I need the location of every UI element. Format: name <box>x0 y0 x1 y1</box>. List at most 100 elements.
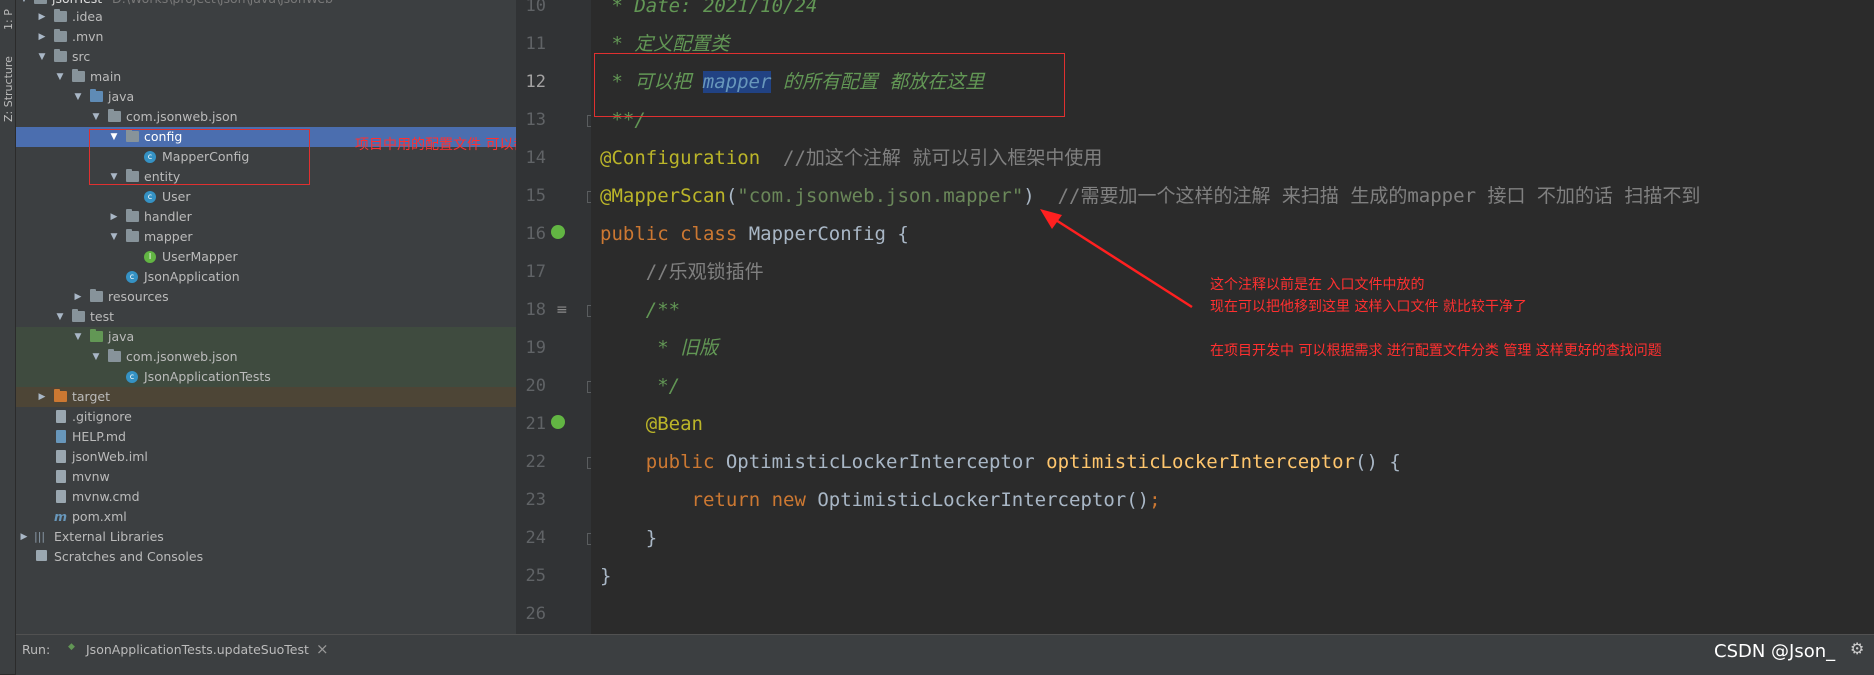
test-class-icon: c <box>126 371 138 383</box>
tree-item-src[interactable]: ▼ src <box>16 47 516 67</box>
tree-item-test-package[interactable]: ▼ com.jsonweb.json <box>16 347 516 367</box>
line-number: 12 <box>525 72 546 92</box>
line-number: 18 <box>525 300 546 320</box>
line-number: 10 <box>525 0 546 16</box>
tree-item-gitignore[interactable]: .gitignore <box>16 407 516 427</box>
tree-item-label: mapper <box>144 229 193 244</box>
tree-item-mvn[interactable]: ▶ .mvn <box>16 27 516 47</box>
code-token: ( <box>725 185 738 207</box>
library-icon: ||| <box>34 530 46 543</box>
resources-folder-icon <box>90 289 103 302</box>
code-token: //需要加一个这样的注解 来扫描 生成的mapper 接口 不加的话 扫描不到 <box>1034 185 1701 207</box>
tree-item-mvnw-cmd[interactable]: mvnw.cmd <box>16 487 516 507</box>
chevron-down-icon[interactable]: ▼ <box>90 347 102 367</box>
chevron-right-icon[interactable]: ▶ <box>36 7 48 27</box>
folder-icon <box>54 29 67 42</box>
folder-icon <box>34 0 47 4</box>
tree-item-main[interactable]: ▼ main <box>16 67 516 87</box>
code-line-22: public OptimisticLockerInterceptor optim… <box>600 443 1401 481</box>
code-token: "com.jsonweb.json.mapper" <box>737 185 1024 207</box>
tree-item-resources[interactable]: ▶ resources <box>16 287 516 307</box>
chevron-down-icon[interactable]: ▼ <box>90 107 102 127</box>
folder-icon <box>126 209 139 222</box>
line-number: 25 <box>525 566 546 586</box>
chevron-right-icon[interactable]: ▶ <box>108 207 120 227</box>
tree-item-iml[interactable]: jsonWeb.iml <box>16 447 516 467</box>
chevron-down-icon[interactable]: ▼ <box>72 327 84 347</box>
maven-icon: m <box>54 509 68 524</box>
class-icon: c <box>126 271 138 283</box>
spring-bean-icon[interactable] <box>551 415 565 429</box>
package-icon <box>108 349 121 362</box>
tree-item-label: main <box>90 69 122 84</box>
chevron-right-icon[interactable]: ▶ <box>72 287 84 307</box>
tree-item-label: pom.xml <box>72 509 127 524</box>
tree-item-label: .mvn <box>72 29 104 44</box>
annotation-note-3: 在项目开发中 可以根据需求 进行配置文件分类 管理 这样更好的查找问题 <box>1210 343 1662 359</box>
tree-item-usermapper[interactable]: I UserMapper <box>16 247 516 267</box>
tree-item-label: java <box>108 329 135 344</box>
interface-icon: I <box>144 251 156 263</box>
spring-config-icon[interactable] <box>551 225 565 239</box>
tree-item-label: target <box>72 389 111 404</box>
annotation-note-2: 现在可以把他移到这里 这样入口文件 就比较干净了 <box>1210 299 1527 315</box>
close-icon[interactable]: × <box>316 640 329 658</box>
chevron-down-icon[interactable]: ▼ <box>72 87 84 107</box>
tree-item-mvnw[interactable]: mvnw <box>16 467 516 487</box>
tree-item-external-libraries[interactable]: ▶ ||| External Libraries <box>16 527 516 547</box>
chevron-right-icon[interactable]: ▶ <box>18 527 30 547</box>
tree-item-jsonapplication[interactable]: c JsonApplication <box>16 267 516 287</box>
run-tab[interactable]: JsonApplicationTests.updateSuoTest <box>86 642 309 657</box>
line-number: 16 <box>525 224 546 244</box>
run-label: Run: <box>22 642 51 657</box>
line-number: 24 <box>525 528 546 548</box>
tree-item-label: jsonWeb.iml <box>72 449 148 464</box>
tree-item-label: mvnw.cmd <box>72 489 140 504</box>
code-line-19: * 旧版 <box>600 337 719 359</box>
chevron-down-icon[interactable]: ▼ <box>54 67 66 87</box>
tree-item-label: handler <box>144 209 192 224</box>
tree-item-mapper[interactable]: ▼ mapper <box>16 227 516 247</box>
tree-item-scratches[interactable]: Scratches and Consoles <box>16 547 516 567</box>
tree-item-idea[interactable]: ▶ .idea <box>16 7 516 27</box>
tree-item-label: User <box>162 189 191 204</box>
code-token: //加这个注解 就可以引入框架中使用 <box>760 147 1103 169</box>
excluded-folder-icon <box>54 389 67 402</box>
line-number: 23 <box>525 490 546 510</box>
line-number: 21 <box>525 414 546 434</box>
code-line-10: * Date: 2021/10/24 <box>600 0 818 17</box>
code-highlight-box <box>594 53 1065 117</box>
line-number: 13 <box>525 110 546 130</box>
tree-item-target[interactable]: ▶ target <box>16 387 516 407</box>
tree-item-jsonapplicationtests[interactable]: c JsonApplicationTests <box>16 367 516 387</box>
tree-item-label: Scratches and Consoles <box>54 549 204 564</box>
tree-item-help[interactable]: HELP.md <box>16 427 516 447</box>
chevron-down-icon[interactable]: ▼ <box>36 47 48 67</box>
line-number: 20 <box>525 376 546 396</box>
tree-item-java[interactable]: ▼ java <box>16 87 516 107</box>
code-token: ; <box>1149 489 1161 511</box>
code-line-20: */ <box>600 375 681 397</box>
file-icon <box>56 410 66 423</box>
tree-item-test[interactable]: ▼ test <box>16 307 516 327</box>
tree-item-label: .gitignore <box>72 409 132 424</box>
code-token: optimisticLockerInterceptor <box>1046 451 1355 473</box>
tree-item-label: java <box>108 89 135 104</box>
code-token: public <box>600 451 726 473</box>
chevron-right-icon[interactable]: ▶ <box>36 387 48 407</box>
tree-item-test-java[interactable]: ▼ java <box>16 327 516 347</box>
annotation-arrow <box>1040 209 1193 309</box>
tree-item-handler[interactable]: ▶ handler <box>16 207 516 227</box>
folder-icon <box>126 229 139 242</box>
code-token: () { <box>1355 451 1401 473</box>
tree-item-package[interactable]: ▼ com.jsonweb.json <box>16 107 516 127</box>
tree-item-pom[interactable]: m pom.xml <box>16 507 516 527</box>
doc-render-icon[interactable]: ≡ <box>556 302 568 318</box>
annotation-note-1: 这个注释以前是在 入口文件中放的 <box>1210 277 1425 293</box>
line-number: 19 <box>525 338 546 358</box>
tree-item-user[interactable]: c User <box>16 187 516 207</box>
chevron-down-icon[interactable]: ▼ <box>108 227 120 247</box>
chevron-down-icon[interactable]: ▼ <box>54 307 66 327</box>
chevron-right-icon[interactable]: ▶ <box>36 27 48 47</box>
gear-icon[interactable]: ⚙ <box>1850 639 1864 658</box>
